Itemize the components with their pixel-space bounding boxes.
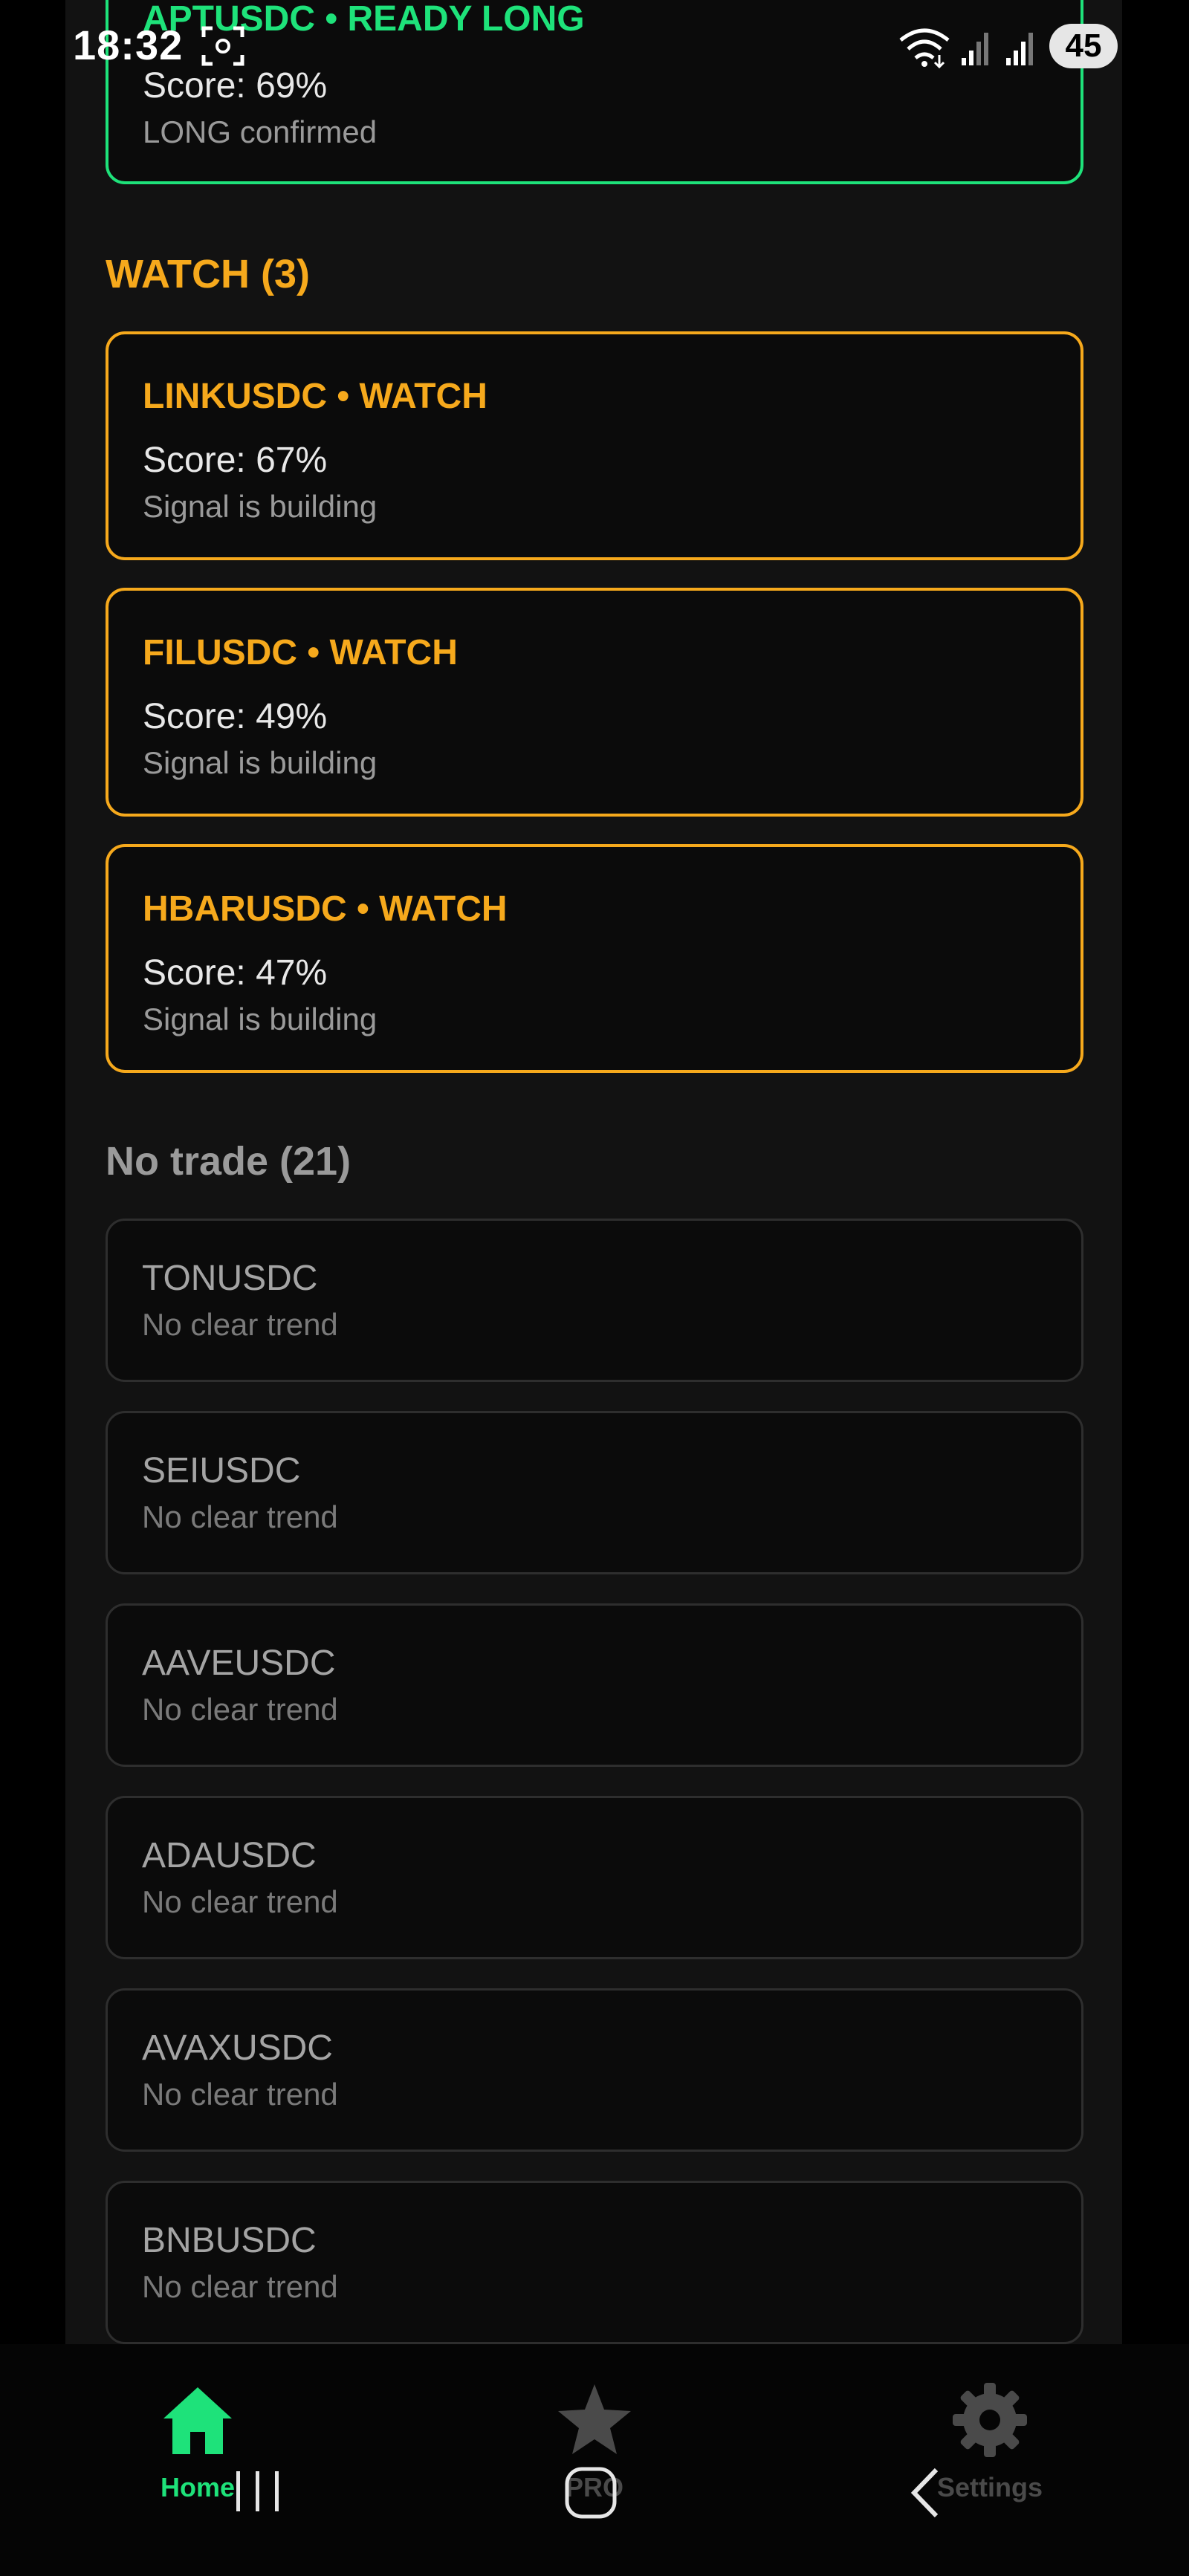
signal-card-watch[interactable]: HBARUSDC • WATCH Score: 47% Signal is bu…	[106, 844, 1083, 1073]
card-reason: No clear trend	[142, 1307, 338, 1342]
section-header-no-trade: No trade (21)	[106, 1139, 351, 1184]
bottom-nav: Home PRO Settings	[0, 2344, 1189, 2576]
back-icon[interactable]	[904, 2465, 948, 2520]
star-icon	[558, 2384, 631, 2454]
gear-icon	[953, 2383, 1027, 2457]
card-symbol: AAVEUSDC	[142, 1644, 336, 1683]
card-reason: No clear trend	[142, 1499, 338, 1534]
card-score: Score: 67%	[143, 441, 328, 480]
signal-card-watch[interactable]: LINKUSDC • WATCH Score: 67% Signal is bu…	[106, 331, 1083, 560]
card-reason: No clear trend	[142, 2269, 338, 2304]
section-header-watch: WATCH (3)	[106, 252, 310, 296]
card-symbol: SEIUSDC	[142, 1451, 301, 1490]
signal-icon-secondary	[1006, 33, 1033, 65]
recents-icon[interactable]	[232, 2465, 284, 2517]
card-symbol: ADAUSDC	[142, 1836, 317, 1875]
list-item[interactable]: BNBUSDC No clear trend	[106, 2181, 1083, 2344]
list-item[interactable]: AVAXUSDC No clear trend	[106, 1988, 1083, 2152]
card-subtitle: Signal is building	[143, 745, 378, 780]
card-score: Score: 49%	[143, 697, 328, 736]
card-subtitle: LONG confirmed	[143, 114, 378, 149]
home-system-icon[interactable]	[563, 2465, 618, 2520]
card-symbol: TONUSDC	[142, 1259, 318, 1298]
wifi-icon	[899, 28, 950, 68]
card-title: FILUSDC • WATCH	[143, 633, 458, 672]
list-item[interactable]: ADAUSDC No clear trend	[106, 1796, 1083, 1959]
signal-icon	[962, 33, 988, 65]
card-reason: No clear trend	[142, 2077, 338, 2112]
card-reason: No clear trend	[142, 1692, 338, 1727]
list-item[interactable]: SEIUSDC No clear trend	[106, 1411, 1083, 1574]
status-time: 18:32	[73, 22, 184, 68]
card-symbol: AVAXUSDC	[142, 2028, 333, 2068]
signal-card-watch[interactable]: FILUSDC • WATCH Score: 49% Signal is bui…	[106, 588, 1083, 817]
home-icon	[163, 2387, 232, 2454]
card-title: HBARUSDC • WATCH	[143, 889, 508, 929]
battery-badge: 45	[1049, 24, 1118, 68]
card-subtitle: Signal is building	[143, 1002, 378, 1036]
list-item[interactable]: AAVEUSDC No clear trend	[106, 1603, 1083, 1767]
card-subtitle: Signal is building	[143, 489, 378, 524]
card-title: LINKUSDC • WATCH	[143, 377, 487, 416]
screenshot-icon	[201, 26, 244, 66]
card-score: Score: 47%	[143, 953, 328, 993]
card-symbol: BNBUSDC	[142, 2221, 317, 2260]
card-reason: No clear trend	[142, 1884, 338, 1919]
list-item[interactable]: TONUSDC No clear trend	[106, 1219, 1083, 1382]
status-bar: 18:32 45	[0, 0, 1189, 89]
